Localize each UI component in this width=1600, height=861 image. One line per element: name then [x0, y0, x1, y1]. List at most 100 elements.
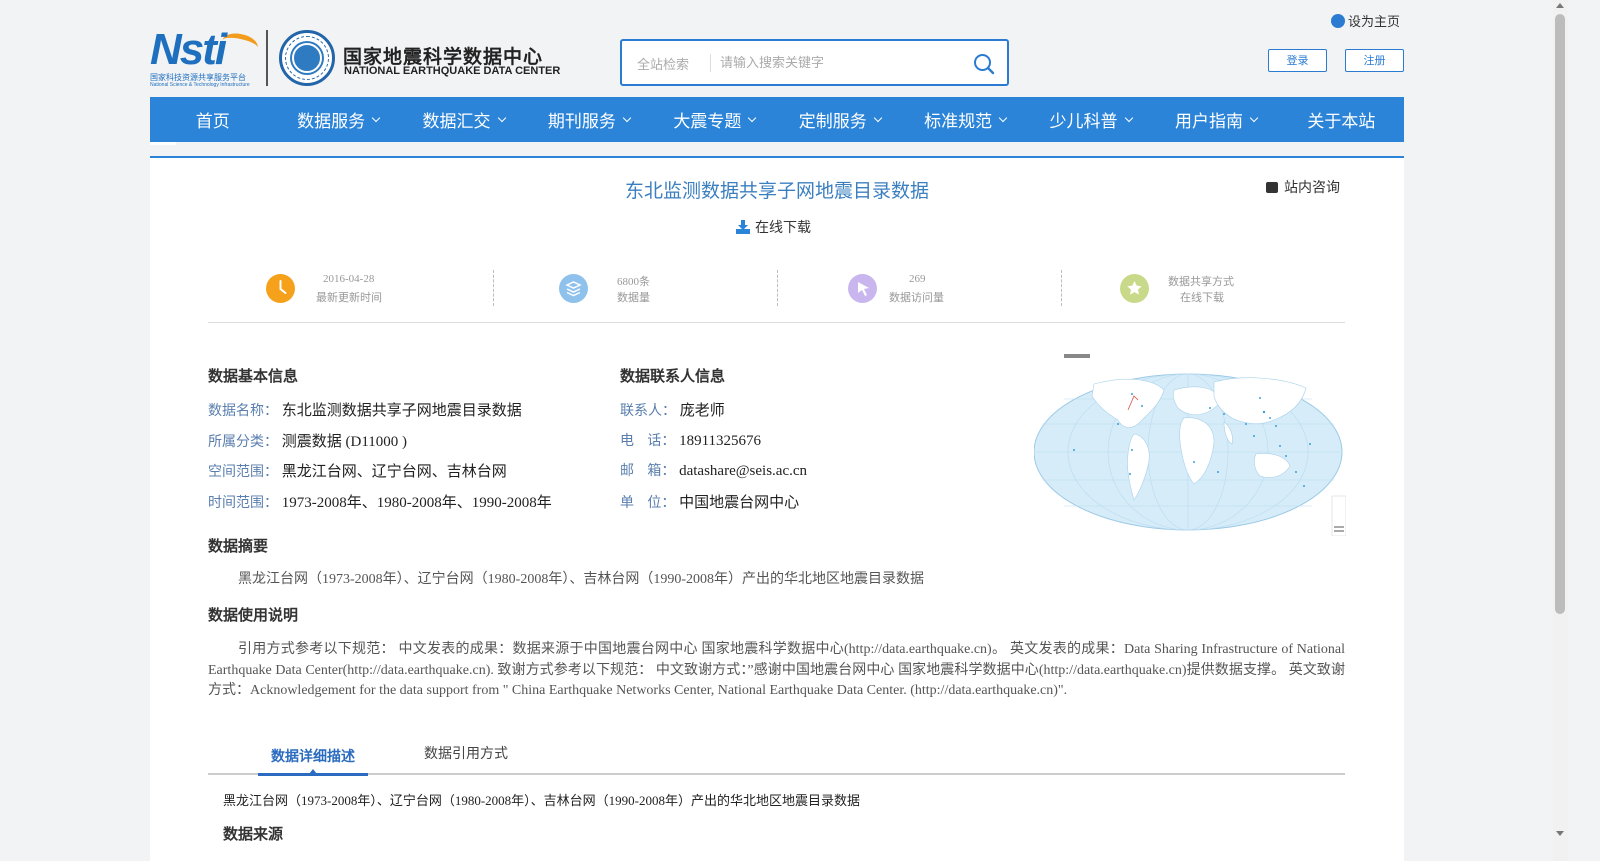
- contact-row-phone: 电 话： 18911325676: [620, 430, 761, 450]
- stat-value: 数据共享方式: [1168, 276, 1234, 288]
- stat-value: 269: [909, 273, 926, 285]
- contact-key: 联系人：: [620, 403, 676, 419]
- info-value: 黑龙江台网、辽宁台网、吉林台网: [281, 464, 507, 480]
- info-value: 1973-2008年、1980-2008年、1990-2008年: [281, 495, 552, 511]
- nav-item-standards[interactable]: 标准规范: [902, 97, 1027, 142]
- chevron-down-icon: [371, 113, 381, 122]
- logo-orbit-icon: [220, 30, 260, 58]
- search-scope[interactable]: 全站检索: [637, 54, 689, 73]
- download-icon: [736, 220, 750, 234]
- info-key: 所属分类：: [208, 434, 278, 450]
- nav-item-major-earthquakes[interactable]: 大震专题: [652, 97, 777, 142]
- consult-link[interactable]: 站内咨询: [1266, 177, 1340, 197]
- tab-citation[interactable]: 数据引用方式: [424, 743, 508, 775]
- layers-icon: [559, 274, 588, 303]
- nav-item-user-guide[interactable]: 用户指南: [1153, 97, 1278, 142]
- chevron-down-icon: [1249, 113, 1259, 122]
- info-value: 测震数据 (D11000 ): [281, 434, 408, 450]
- info-row-spatial: 空间范围： 黑龙江台网、辽宁台网、吉林台网: [208, 460, 507, 481]
- stat-divider: [777, 270, 778, 306]
- chevron-down-icon: [1124, 113, 1133, 122]
- nav-label: 少儿科普: [1049, 112, 1118, 132]
- search-input[interactable]: [720, 49, 960, 77]
- detail-tabs: 数据详细描述 数据引用方式: [208, 743, 1345, 776]
- search-box: 全站检索: [620, 39, 1009, 86]
- info-key: 数据名称：: [208, 403, 278, 419]
- nsti-logo[interactable]: Nsti 国家科技资源共享服务平台 National Science & Tec…: [150, 25, 260, 88]
- page-scrollbar[interactable]: [1553, 0, 1568, 861]
- scroll-down-icon[interactable]: [1556, 831, 1564, 836]
- nav-item-kids-science[interactable]: 少儿科普: [1028, 97, 1153, 142]
- contact-value: 18911325676: [679, 433, 762, 449]
- contact-row-person: 联系人： 庞老师: [620, 399, 725, 420]
- abstract-text: 黑龙江台网（1973-2008年）、辽宁台网（1980-2008年）、吉林台网（…: [238, 572, 924, 587]
- login-button[interactable]: 登录: [1268, 49, 1327, 72]
- consult-label: 站内咨询: [1284, 180, 1340, 196]
- contact-info-heading: 数据联系人信息: [620, 367, 726, 385]
- download-link[interactable]: 在线下载: [736, 217, 811, 237]
- stat-updated: 2016-04-28 最新更新时间: [266, 270, 406, 310]
- contact-row-email: 邮 箱： datashare@seis.ac.cn: [620, 460, 807, 480]
- nav-label: 大震专题: [673, 112, 742, 132]
- chevron-down-icon: [998, 113, 1008, 122]
- earthquake-distribution-map[interactable]: [1033, 354, 1347, 537]
- nav-item-custom-services[interactable]: 定制服务: [777, 97, 902, 142]
- home-icon: [1331, 14, 1345, 28]
- logo-divider: [266, 30, 268, 86]
- stats-divider-line: [208, 322, 1345, 323]
- set-home-link[interactable]: 设为主页: [1331, 11, 1400, 30]
- download-label: 在线下载: [755, 220, 811, 236]
- usage-text: 引用方式参考以下规范： 中文发表的成果：数据来源于中国地震台网中心 国家地震科学…: [208, 642, 1345, 698]
- stat-value: 6800条: [617, 276, 650, 288]
- contact-key: 电 话：: [620, 433, 676, 449]
- ncdc-seal-icon[interactable]: [279, 30, 335, 86]
- scrollbar-thumb[interactable]: [1555, 14, 1565, 614]
- nsti-logo-text: Nsti: [150, 25, 227, 74]
- dataset-title: 东北监测数据共享子网地震目录数据: [624, 180, 929, 202]
- nav-label: 期刊服务: [547, 112, 616, 132]
- search-icon[interactable]: [972, 52, 996, 76]
- center-name-en[interactable]: NATIONAL EARTHQUAKE DATA CENTER: [344, 65, 560, 77]
- nav-item-data-services[interactable]: 数据服务: [275, 97, 400, 142]
- register-button[interactable]: 注册: [1345, 49, 1404, 72]
- stat-divider: [493, 270, 494, 306]
- info-value: 东北监测数据共享子网地震目录数据: [281, 403, 522, 419]
- tab-content-text: 黑龙江台网（1973-2008年）、辽宁台网（1980-2008年）、吉林台网（…: [223, 793, 860, 808]
- data-source-heading: 数据来源: [223, 825, 284, 843]
- site-header: Nsti 国家科技资源共享服务平台 National Science & Tec…: [0, 0, 1568, 97]
- stat-divider: [1061, 270, 1062, 306]
- nav-active-indicator: [150, 142, 176, 145]
- set-home-label: 设为主页: [1348, 15, 1401, 30]
- stats-row: 2016-04-28 最新更新时间 6800条 数据量 269 数据访问量 数据…: [208, 270, 1345, 310]
- nav-label: 定制服务: [798, 112, 867, 132]
- contact-value[interactable]: datashare@seis.ac.cn: [679, 463, 807, 479]
- nsti-logo-en: National Science & Technology Infrastruc…: [150, 82, 250, 88]
- abstract-heading: 数据摘要: [208, 537, 269, 555]
- nav-label: 标准规范: [924, 112, 993, 132]
- nav-label: 关于本站: [1307, 112, 1376, 132]
- stat-label: 数据量: [617, 292, 650, 304]
- nav-item-journals[interactable]: 期刊服务: [526, 97, 651, 142]
- stat-record-count: 6800条 数据量: [559, 270, 679, 310]
- chevron-down-icon: [748, 113, 757, 122]
- nav-item-about[interactable]: 关于本站: [1279, 97, 1404, 142]
- chat-icon: [1266, 182, 1278, 193]
- chevron-down-icon: [497, 113, 506, 122]
- info-row-name: 数据名称： 东北监测数据共享子网地震目录数据: [208, 399, 522, 420]
- nav-label: 首页: [195, 112, 230, 132]
- stat-label: 最新更新时间: [316, 292, 382, 304]
- nav-item-home[interactable]: 首页: [150, 97, 275, 142]
- info-row-category: 所属分类： 测震数据 (D11000 ): [208, 430, 407, 451]
- cursor-icon: [848, 274, 877, 303]
- contact-row-unit: 单 位： 中国地震台网中心: [620, 491, 799, 512]
- stat-visits: 269 数据访问量: [848, 270, 968, 310]
- nav-label: 用户指南: [1174, 112, 1243, 132]
- nav-item-data-submission[interactable]: 数据汇交: [401, 97, 526, 142]
- chevron-down-icon: [873, 113, 882, 122]
- clock-icon: [266, 274, 295, 303]
- basic-info-heading: 数据基本信息: [208, 367, 299, 385]
- tab-detailed-description[interactable]: 数据详细描述: [258, 744, 368, 776]
- info-key: 时间范围：: [208, 495, 278, 511]
- scroll-up-icon[interactable]: [1556, 3, 1564, 8]
- contact-key: 单 位：: [620, 495, 676, 511]
